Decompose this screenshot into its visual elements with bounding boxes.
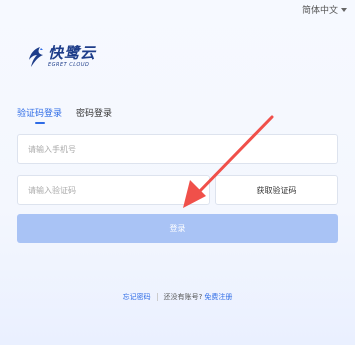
forgot-password-link[interactable]: 忘记密码 — [123, 292, 151, 302]
no-account-text: 还没有账号? — [163, 293, 203, 301]
register-link[interactable]: 免费注册 — [204, 292, 232, 302]
brand-name: 快鹭云 — [48, 44, 97, 62]
login-button[interactable]: 登录 — [17, 214, 338, 243]
phone-input[interactable] — [17, 134, 338, 164]
footer-links: 忘记密码 还没有账号? 免费注册 — [0, 292, 355, 302]
language-label: 简体中文 — [301, 6, 338, 16]
footer-divider — [156, 293, 158, 301]
tab-password-login[interactable]: 密码登录 — [76, 106, 112, 124]
verification-code-input[interactable] — [17, 175, 210, 205]
login-tabs: 验证码登录 密码登录 — [17, 106, 112, 124]
chevron-down-icon — [341, 7, 347, 12]
tab-sms-login[interactable]: 验证码登录 — [17, 106, 62, 124]
brand-subtitle: EGRET CLOUD — [48, 62, 90, 68]
get-code-button[interactable]: 获取验证码 — [215, 175, 338, 205]
egret-logo-icon — [26, 46, 44, 68]
language-selector[interactable]: 简体中文 — [302, 3, 347, 16]
logo: 快鹭云 EGRET CLOUD — [26, 46, 96, 68]
